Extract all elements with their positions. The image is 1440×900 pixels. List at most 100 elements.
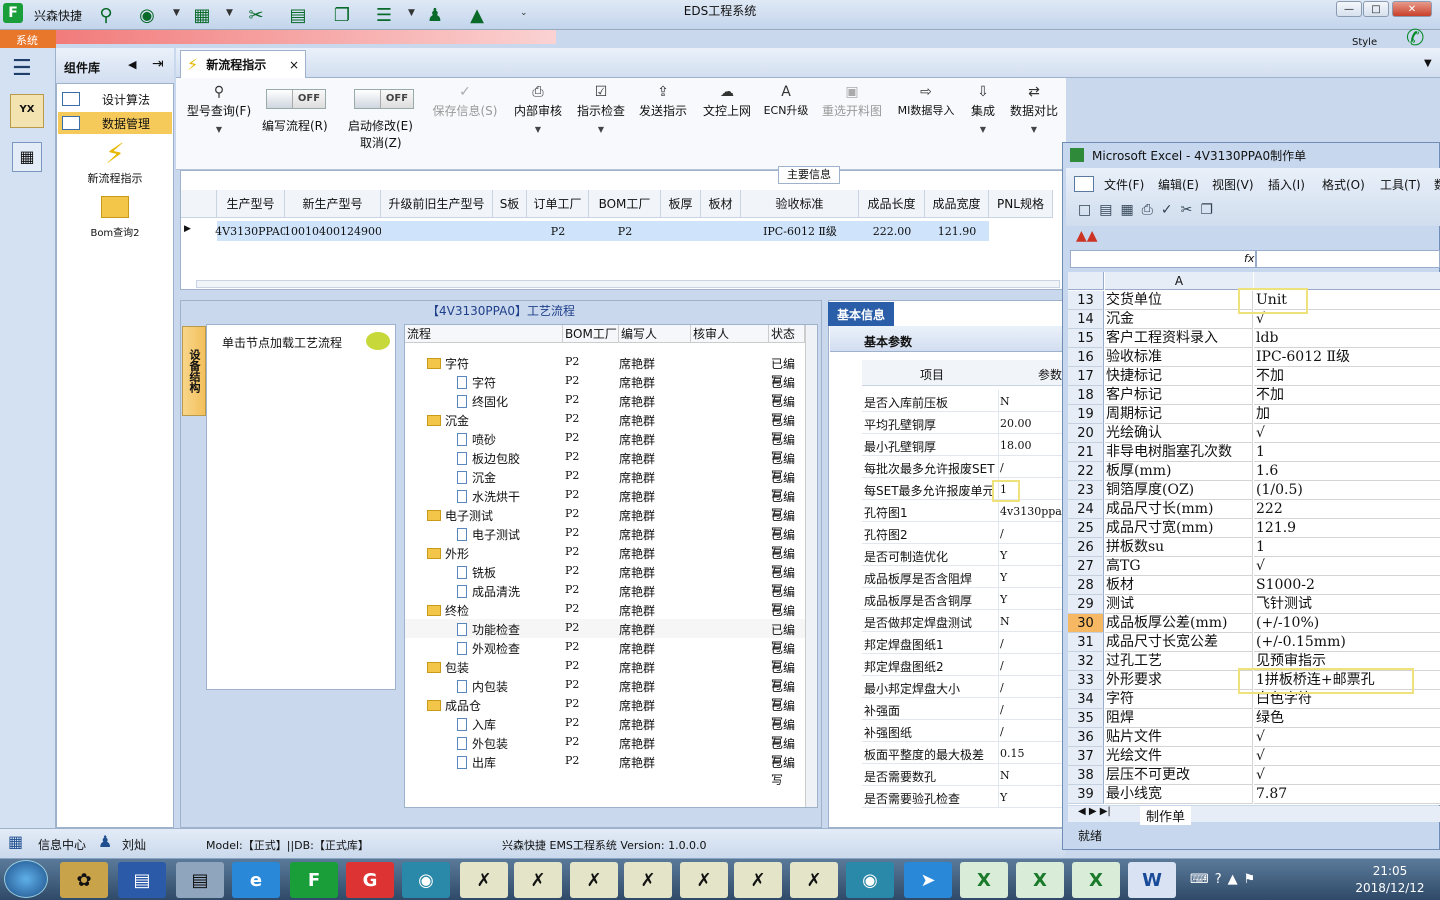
- row-number[interactable]: 36: [1068, 728, 1104, 747]
- column-header[interactable]: BOM工厂: [563, 325, 619, 343]
- row-number[interactable]: 33: [1068, 671, 1104, 690]
- system-tab[interactable]: 系统: [0, 30, 56, 48]
- chevron-down-icon[interactable]: ▼: [408, 8, 415, 18]
- save-icon[interactable]: ▤: [118, 862, 166, 898]
- table-cell[interactable]: P2: [589, 221, 661, 241]
- globe-icon[interactable]: ◉: [134, 3, 160, 27]
- row-number[interactable]: 26: [1068, 538, 1104, 557]
- column-header[interactable]: 生产型号: [217, 190, 285, 218]
- tree-row[interactable]: 成品清洗 P2 席艳群 已编写: [405, 581, 805, 616]
- column-header[interactable]: 成品宽度: [925, 190, 989, 218]
- bom-query-shortcut[interactable]: Bom查询2: [58, 196, 172, 239]
- tab-basic-info[interactable]: 基本信息: [828, 302, 894, 326]
- excel-row[interactable]: 24 成品尺寸长(mm) 222: [1068, 500, 1440, 519]
- param-row[interactable]: 板面平整度的最大极差 0.15: [862, 742, 1066, 764]
- column-header-a[interactable]: A: [1105, 272, 1253, 290]
- cell-a[interactable]: 板材: [1105, 576, 1253, 595]
- tree-row[interactable]: 板边包胶 P2 席艳群 已编写: [405, 448, 805, 483]
- row-number[interactable]: 25: [1068, 519, 1104, 538]
- cell-a[interactable]: 板厚(mm): [1105, 462, 1253, 481]
- table-cell[interactable]: 4V3130PPA0: [215, 221, 287, 241]
- cell-b[interactable]: S1000-2: [1254, 576, 1440, 595]
- param-value[interactable]: /: [1000, 461, 1004, 474]
- cell-a[interactable]: 字符: [1105, 690, 1253, 709]
- cell-b[interactable]: 121.9: [1254, 519, 1440, 538]
- cell-a[interactable]: 光绘确认: [1105, 424, 1253, 443]
- cell-a[interactable]: 拼板数su: [1105, 538, 1253, 557]
- excel-row[interactable]: 29 测试 飞针测试: [1068, 595, 1440, 614]
- cell-b[interactable]: √: [1254, 766, 1440, 785]
- tree-row[interactable]: 终固化 P2 席艳群 已编写: [405, 391, 805, 426]
- param-row[interactable]: 最小邦定焊盘大小 /: [862, 676, 1066, 698]
- collapse-left-icon[interactable]: ◀: [128, 58, 136, 71]
- excel-row[interactable]: 36 贴片文件 √: [1068, 728, 1440, 747]
- excel-menu-edit[interactable]: 编辑(E): [1158, 176, 1199, 193]
- chevron-down-icon[interactable]: ▼: [173, 8, 180, 18]
- fx-icon[interactable]: fx: [1244, 252, 1254, 265]
- table-cell[interactable]: 222.00: [859, 221, 925, 241]
- row-number[interactable]: 29: [1068, 595, 1104, 614]
- table-icon[interactable]: ▦: [189, 3, 215, 27]
- param-value[interactable]: /: [1000, 681, 1004, 694]
- row-number[interactable]: 28: [1068, 576, 1104, 595]
- param-row[interactable]: 每SET最多允许报废单元 1: [862, 478, 1066, 500]
- cell-b[interactable]: √: [1254, 728, 1440, 747]
- tree-row[interactable]: 入库 P2 席艳群 已编写: [405, 714, 805, 749]
- clock-date[interactable]: 2018/12/12: [1350, 881, 1430, 895]
- param-row[interactable]: 补强面 /: [862, 698, 1066, 720]
- column-header[interactable]: 板厚: [661, 190, 701, 218]
- excel-standard-toolbar-icons[interactable]: □▤▦⎙✓✂❐: [1078, 202, 1221, 218]
- excel-menu-insert[interactable]: 插入(I): [1268, 176, 1305, 193]
- tree-row[interactable]: 外包装 P2 席艳群 已编写: [405, 733, 805, 768]
- excel-row[interactable]: 17 快捷标记 不加: [1068, 367, 1440, 386]
- column-header[interactable]: 新生产型号: [285, 190, 381, 218]
- excel-row[interactable]: 31 成品尺寸长宽公差 (+/-0.15mm): [1068, 633, 1440, 652]
- new-flow-shortcut[interactable]: ⚡ 新流程指示: [58, 138, 172, 186]
- tree-row[interactable]: 沉金 P2 席艳群 已编写: [405, 410, 805, 445]
- param-row[interactable]: 是否做邦定焊盘测试 N: [862, 610, 1066, 632]
- cell-a[interactable]: 验收标准: [1105, 348, 1253, 367]
- column-header[interactable]: 订单工厂: [527, 190, 589, 218]
- tree-row[interactable]: 沉金 P2 席艳群 已编写: [405, 467, 805, 502]
- param-value[interactable]: N: [1000, 615, 1010, 628]
- table-cell[interactable]: 10010400124900: [284, 221, 382, 241]
- chat-icon[interactable]: ➤: [904, 862, 952, 898]
- cell-a[interactable]: 层压不可更改: [1105, 766, 1253, 785]
- tree-row[interactable]: 电子测试 P2 席艳群 已编写: [405, 505, 805, 540]
- write-flow-toggle[interactable]: OFF: [266, 89, 326, 109]
- internal-review-button[interactable]: ⎙ 内部审核 ▼: [510, 84, 566, 134]
- tab-list-icon[interactable]: ▼: [1424, 58, 1432, 69]
- excel-icon[interactable]: X: [960, 862, 1008, 898]
- row-number[interactable]: 37: [1068, 747, 1104, 766]
- start-button[interactable]: [4, 860, 48, 898]
- instruction-check-button[interactable]: ☑ 指示检查 ▼: [574, 84, 628, 134]
- minimize-button[interactable]: —: [1336, 1, 1362, 17]
- list-icon[interactable]: ☰: [371, 3, 397, 27]
- film-icon[interactable]: ▤: [285, 3, 311, 27]
- param-value[interactable]: Y: [1000, 791, 1007, 804]
- row-number[interactable]: 14: [1068, 310, 1104, 329]
- calculator-icon[interactable]: ▦: [12, 142, 42, 172]
- excel-doc-icon[interactable]: [1074, 176, 1094, 192]
- word-icon[interactable]: W: [1128, 862, 1176, 898]
- cancel-edit-label[interactable]: 取消(Z): [360, 134, 402, 151]
- param-value[interactable]: 4v3130ppa0: [1000, 505, 1069, 518]
- excel-row[interactable]: 25 成品尺寸宽(mm) 121.9: [1068, 519, 1440, 538]
- row-number[interactable]: 22: [1068, 462, 1104, 481]
- chevron-down-icon[interactable]: ▼: [966, 125, 1000, 134]
- save-info-button[interactable]: ✓ 保存信息(S): [430, 84, 500, 119]
- param-value[interactable]: 18.00: [1000, 439, 1032, 452]
- window-icon[interactable]: ✗: [460, 862, 508, 898]
- excel-row[interactable]: 15 客户工程资料录入 ldb: [1068, 329, 1440, 348]
- cell-a[interactable]: 测试: [1105, 595, 1253, 614]
- table-cell[interactable]: [381, 221, 527, 241]
- cell-a[interactable]: 成品尺寸长宽公差: [1105, 633, 1253, 652]
- excel-row[interactable]: 27 高TG √: [1068, 557, 1440, 576]
- param-row[interactable]: 每批次最多允许报废SET /: [862, 456, 1066, 478]
- param-value[interactable]: Y: [1000, 593, 1007, 606]
- window-icon[interactable]: ✗: [624, 862, 672, 898]
- user-icon[interactable]: ♟: [422, 3, 448, 27]
- tree-row[interactable]: 功能检查 P2 席艳群 已编写: [405, 619, 805, 654]
- chevron-down-icon[interactable]: ▼: [1008, 125, 1060, 134]
- tree-row[interactable]: 字符 P2 席艳群 已编写: [405, 353, 805, 388]
